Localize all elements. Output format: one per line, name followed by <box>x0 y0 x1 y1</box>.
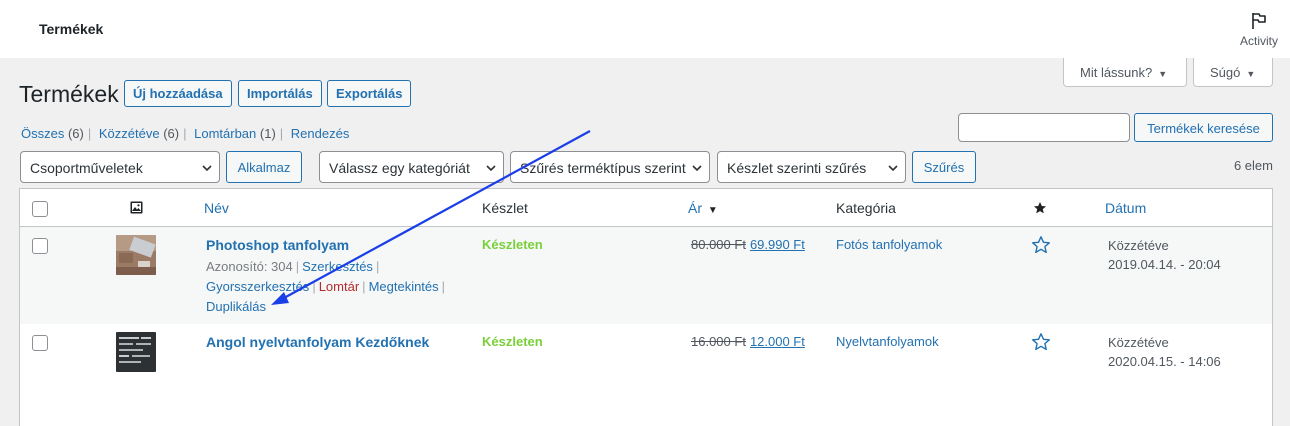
items-count: 6 elem <box>1233 158 1273 173</box>
price: 80.000 Ft 69.990 Ft <box>691 237 805 252</box>
column-price-label: Ár <box>688 200 702 216</box>
column-category: Kategória <box>836 200 896 216</box>
products-table: Név Készlet Ár ▼ Kategória Dátum Photosh… <box>19 188 1273 426</box>
publish-date: Közzétéve 2019.04.14. - 20:04 <box>1108 236 1221 274</box>
stock-filter-select[interactable]: Készlet szerinti szűrés <box>717 151 906 183</box>
add-new-button[interactable]: Új hozzáadása <box>124 80 232 107</box>
export-button[interactable]: Exportálás <box>327 80 412 107</box>
top-bar: Termékek Activity <box>0 0 1290 58</box>
category-filter-select[interactable]: Válassz egy kategóriát <box>319 151 504 183</box>
app-title: Termékek <box>39 21 104 37</box>
select-all-checkbox[interactable] <box>32 201 48 217</box>
help-button[interactable]: Súgó ▼ <box>1193 58 1273 87</box>
view-all-count: (6) <box>67 126 84 141</box>
flag-icon <box>1252 13 1266 29</box>
chevron-down-icon <box>886 161 900 175</box>
apply-button[interactable]: Alkalmaz <box>226 151 302 183</box>
sale-price: 69.990 Ft <box>749 237 805 252</box>
publish-datetime: 2020.04.15. - 14:06 <box>1108 354 1221 369</box>
separator: | <box>87 126 92 141</box>
publish-status: Közzétéve <box>1108 238 1169 253</box>
product-thumbnail[interactable] <box>116 332 156 372</box>
column-name[interactable]: Név <box>204 200 229 216</box>
screen-options-button[interactable]: Mit lássunk? ▼ <box>1063 58 1187 87</box>
regular-price: 16.000 Ft <box>691 334 746 349</box>
table-header: Név Készlet Ár ▼ Kategória Dátum <box>20 189 1272 227</box>
page-title: Termékek <box>19 81 119 107</box>
featured-toggle-star-icon[interactable] <box>1031 235 1051 255</box>
product-type-filter-select[interactable]: Szűrés terméktípus szerint <box>510 151 710 183</box>
category-filter-value: Válassz egy kategóriát <box>329 160 470 176</box>
view-published-count: (6) <box>163 126 180 141</box>
row-actions: Azonosító: 304 | Szerkesztés | Gyorsszerkes… <box>206 257 476 317</box>
separator: | <box>295 259 300 274</box>
filter-button[interactable]: Szűrés <box>912 151 976 183</box>
product-name-link[interactable]: Photoshop tanfolyam <box>206 237 349 253</box>
featured-toggle-star-icon[interactable] <box>1031 332 1051 352</box>
product-name-link[interactable]: Angol nyelvtanfolyam Kezdőknek <box>206 334 429 350</box>
edit-link[interactable]: Szerkesztés <box>302 259 373 274</box>
view-trash-count: (1) <box>259 126 276 141</box>
activity-label: Activity <box>1239 34 1278 48</box>
separator: | <box>279 126 284 141</box>
row-checkbox[interactable] <box>32 335 48 351</box>
column-price[interactable]: Ár ▼ <box>688 200 718 216</box>
duplicate-link[interactable]: Duplikálás <box>206 299 266 314</box>
chevron-down-icon <box>200 161 214 175</box>
publish-date: Közzétéve 2020.04.15. - 14:06 <box>1108 333 1221 371</box>
featured-star-icon <box>1033 202 1047 214</box>
sale-price: 12.000 Ft <box>749 334 805 349</box>
publish-status: Közzétéve <box>1108 335 1169 350</box>
view-published-link[interactable]: Közzétéve <box>99 126 160 141</box>
separator: | <box>183 126 187 141</box>
stock-filter-value: Készlet szerinti szűrés <box>727 160 867 176</box>
table-row: Photoshop tanfolyam Azonosító: 304 | Szerk… <box>20 227 1272 324</box>
chevron-down-icon <box>484 161 498 175</box>
stock-status: Készleten <box>482 334 543 349</box>
separator: | <box>362 279 366 294</box>
separator: | <box>375 259 380 274</box>
price: 16.000 Ft 12.000 Ft <box>691 334 805 349</box>
stock-status: Készleten <box>482 237 543 252</box>
sort-desc-icon: ▼ <box>707 205 718 216</box>
view-trash-link[interactable]: Lomtárban <box>194 126 256 141</box>
help-label: Súgó <box>1210 65 1241 80</box>
product-type-filter-value: Szűrés terméktípus szerint <box>520 160 686 176</box>
category-link[interactable]: Nyelvtanfolyamok <box>836 334 939 349</box>
search-input[interactable] <box>958 113 1130 142</box>
category-link[interactable]: Fotós tanfolyamok <box>836 237 942 252</box>
bulk-actions-value: Csoportműveletek <box>30 160 143 176</box>
product-id: Azonosító: 304 <box>206 259 293 274</box>
separator: | <box>441 279 446 294</box>
view-sorting-link[interactable]: Rendezés <box>291 126 350 141</box>
caret-down-icon: ▼ <box>1246 69 1256 79</box>
search-products-button[interactable]: Termékek keresése <box>1134 113 1273 142</box>
trash-link[interactable]: Lomtár <box>319 279 359 294</box>
publish-datetime: 2019.04.14. - 20:04 <box>1108 257 1221 272</box>
screen-options-label: Mit lássunk? <box>1080 65 1153 80</box>
row-checkbox[interactable] <box>32 238 48 254</box>
product-thumbnail[interactable] <box>116 235 156 275</box>
status-views: Összes (6) | Közzétéve (6) | Lomtárban (1)… <box>21 126 349 141</box>
bulk-actions-select[interactable]: Csoportműveletek <box>20 151 220 183</box>
table-row: Angol nyelvtanfolyam Kezdőknek Készleten… <box>20 324 1272 421</box>
caret-down-icon: ▼ <box>1158 69 1168 79</box>
column-stock: Készlet <box>482 200 528 216</box>
image-icon <box>130 201 143 214</box>
activity-button[interactable]: Activity <box>1228 0 1290 58</box>
import-button[interactable]: Importálás <box>238 80 322 107</box>
column-date[interactable]: Dátum <box>1105 200 1146 216</box>
regular-price: 80.000 Ft <box>691 237 746 252</box>
quick-edit-link[interactable]: Gyorsszerkesztés <box>206 279 309 294</box>
view-link[interactable]: Megtekintés <box>369 279 439 294</box>
chevron-down-icon <box>690 161 704 175</box>
view-all-link[interactable]: Összes <box>21 126 64 141</box>
separator: | <box>312 279 316 294</box>
